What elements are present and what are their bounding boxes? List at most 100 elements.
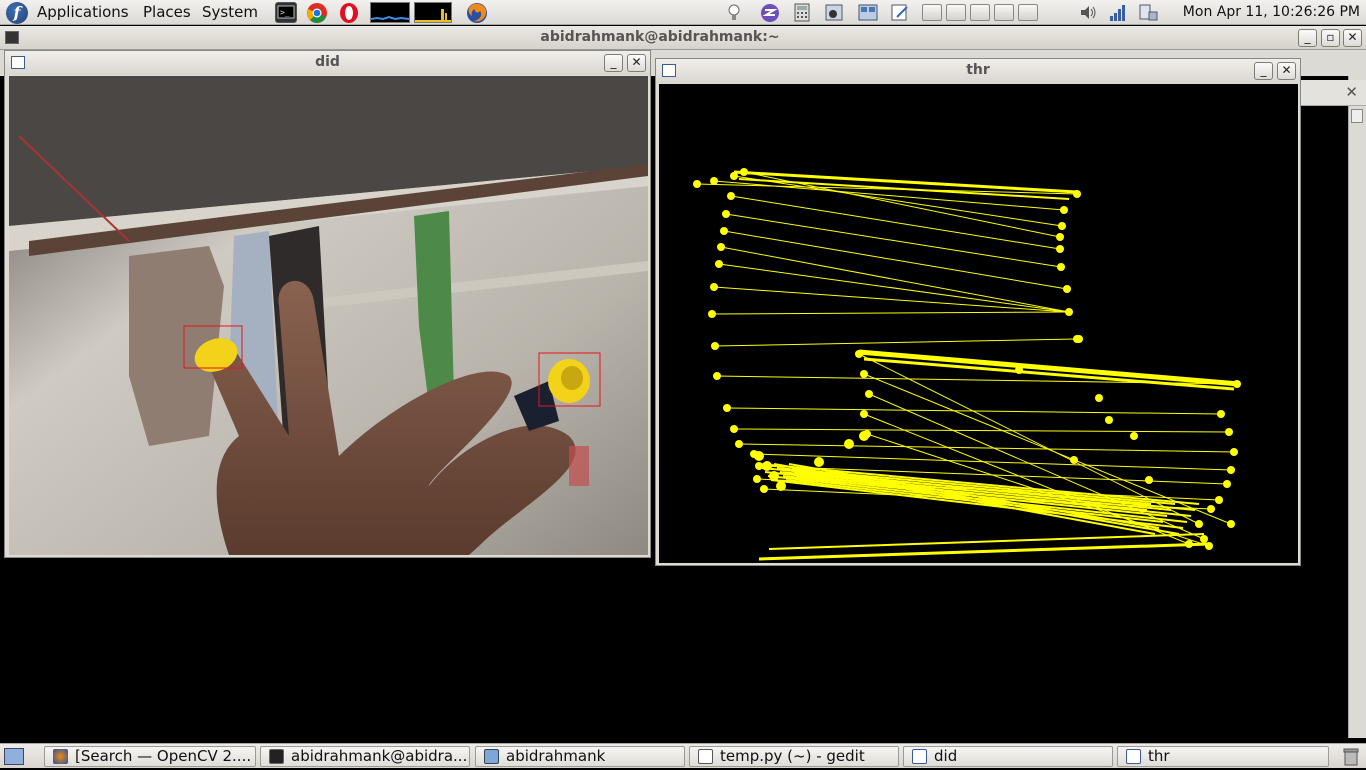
task-gedit[interactable]: temp.py (~) - gedit — [689, 746, 899, 767]
clock[interactable]: Mon Apr 11, 10:26:26 PM — [1183, 0, 1360, 24]
workspace-icon[interactable] — [858, 3, 878, 22]
gedit-scroll-thumb[interactable] — [1351, 109, 1363, 123]
contour-point — [860, 370, 868, 378]
task-terminal[interactable]: abidrahmank@abidra... — [260, 746, 470, 767]
contour-point — [1056, 233, 1064, 241]
task-thr[interactable]: thr — [1117, 746, 1329, 767]
contour-point — [1060, 206, 1068, 214]
menu-places[interactable]: Places — [143, 0, 191, 25]
did-titlebar[interactable]: did _ ✕ — [5, 51, 650, 75]
thr-title: thr — [966, 62, 990, 78]
contour-point — [1195, 520, 1203, 528]
contour-point — [693, 180, 701, 188]
workspace-5-button[interactable] — [1018, 4, 1038, 21]
cpu-monitor-icon — [370, 2, 410, 23]
contour-point — [755, 462, 763, 470]
workspace-1-button[interactable] — [922, 4, 942, 21]
top-panel: f Applications Places System >_ Mon Apr … — [0, 0, 1366, 25]
did-close-button[interactable]: ✕ — [627, 54, 646, 72]
contour-point — [1145, 476, 1153, 484]
contour-point — [1227, 466, 1235, 474]
thr-minimize-button[interactable]: _ — [1254, 62, 1273, 80]
did-minimize-button[interactable]: _ — [604, 54, 623, 72]
contour-point — [1130, 432, 1138, 440]
task-firefox[interactable]: [Search — OpenCV 2.... — [44, 746, 256, 767]
thr-titlebar[interactable]: thr _ ✕ — [656, 59, 1300, 83]
contour-point — [1200, 535, 1208, 543]
contour-point — [1230, 448, 1238, 456]
show-desktop-icon[interactable] — [4, 748, 24, 765]
task-label: abidrahmank — [506, 747, 606, 765]
task-file-browser[interactable]: abidrahmank — [475, 746, 685, 767]
contour-point — [723, 404, 731, 412]
contour-point — [855, 350, 863, 358]
contour-point — [708, 310, 716, 318]
workspace-4-button[interactable] — [994, 4, 1014, 21]
contour-point — [710, 283, 718, 291]
contour-drawing — [693, 168, 1241, 561]
task-label: thr — [1148, 747, 1170, 765]
workspace-3-button[interactable] — [970, 4, 990, 21]
volume-icon[interactable] — [1078, 3, 1098, 22]
terminal-maximize-button[interactable]: ▫ — [1321, 29, 1340, 47]
fedora-logo-icon[interactable]: f — [6, 2, 28, 24]
gedit-tab-strip[interactable]: ✕ — [1300, 80, 1366, 106]
contour-point — [1056, 245, 1064, 253]
task-label: abidrahmank@abidra... — [291, 747, 468, 765]
chrome-icon[interactable] — [306, 2, 328, 23]
contour-point — [1057, 263, 1065, 271]
gedit-document-area[interactable] — [1300, 106, 1348, 736]
firefox-icon[interactable] — [466, 2, 488, 23]
terminal-titlebar[interactable]: abidrahmank@abidrahmank:~ _ ▫ ✕ — [0, 26, 1366, 50]
did-window[interactable]: did _ ✕ — [4, 50, 651, 558]
svg-text:>_: >_ — [280, 8, 290, 17]
contour-point — [794, 467, 804, 477]
emacs-icon[interactable] — [760, 3, 780, 22]
contour-point — [720, 227, 728, 235]
terminal-icon[interactable]: >_ — [275, 2, 297, 23]
contour-point — [1105, 416, 1113, 424]
threshold-frame — [659, 84, 1298, 563]
contour-point — [1233, 380, 1241, 388]
lightbulb-icon[interactable] — [724, 3, 744, 22]
contour-point — [711, 342, 719, 350]
task-label: [Search — OpenCV 2.... — [75, 747, 252, 765]
window-icon — [1126, 749, 1141, 764]
calculator-icon[interactable] — [792, 3, 812, 22]
contour-point — [1075, 335, 1083, 343]
contour-point — [1223, 480, 1231, 488]
contour-point — [717, 243, 725, 251]
thr-window[interactable]: thr _ ✕ — [655, 58, 1301, 566]
task-label: temp.py (~) - gedit — [720, 747, 865, 765]
contour-point — [722, 210, 730, 218]
contour-point — [753, 475, 761, 483]
screenshot-icon[interactable] — [824, 3, 844, 22]
contour-point — [762, 461, 772, 471]
contour-point — [1225, 428, 1233, 436]
workspace-2-button[interactable] — [946, 4, 966, 21]
contour-point — [735, 440, 743, 448]
editor-icon[interactable] — [890, 3, 910, 22]
gedit-tab-close-icon[interactable]: ✕ — [1345, 83, 1358, 101]
terminal-title: abidrahmank@abidrahmank:~ — [540, 29, 780, 45]
task-did[interactable]: did — [903, 746, 1113, 767]
terminal-close-button[interactable]: ✕ — [1343, 29, 1362, 47]
window-icon — [912, 749, 927, 764]
did-title: did — [315, 54, 340, 70]
home-folder-icon — [484, 749, 499, 764]
trash-icon[interactable] — [1342, 747, 1360, 766]
gedit-scrollbar[interactable] — [1348, 106, 1366, 738]
contour-point — [844, 439, 854, 449]
opera-icon[interactable] — [338, 2, 360, 23]
contour-point — [1207, 505, 1215, 513]
thr-close-button[interactable]: ✕ — [1277, 62, 1296, 80]
menu-system[interactable]: System — [202, 0, 258, 25]
network-signal-icon[interactable] — [1108, 3, 1128, 22]
terminal-minimize-button[interactable]: _ — [1298, 29, 1317, 47]
network-manager-icon[interactable] — [1138, 3, 1158, 22]
contour-point — [1058, 222, 1066, 230]
contour-point — [740, 168, 748, 176]
contour-point — [1215, 496, 1223, 504]
contour-point — [1185, 540, 1193, 548]
menu-applications[interactable]: Applications — [37, 0, 129, 25]
